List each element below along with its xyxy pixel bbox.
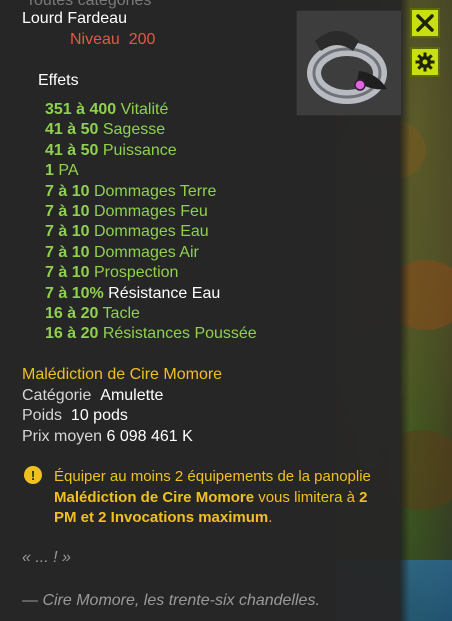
effects-heading: Effets (38, 72, 79, 89)
warning-set-name: Malédiction de Cire Momore (54, 488, 255, 506)
effect-range: 7 à 10 (45, 264, 90, 282)
effect-stat: Résistances Poussée (102, 325, 257, 343)
effect-range: 351 à 400 (45, 101, 117, 118)
effect-row: 16 à 20 Résistances Poussée (45, 324, 257, 344)
set-warning: Équiper au moins 2 équipements de la pan… (54, 467, 384, 529)
weight-value: 10 pods (70, 407, 128, 424)
item-level: Niveau 200 (70, 31, 155, 49)
item-image-frame (296, 10, 402, 116)
ring-icon (307, 31, 387, 104)
effect-stat: Sagesse (102, 121, 166, 139)
effect-range: 7 à 10% (45, 284, 104, 302)
price-row: Prix moyen 6 098 461 K (22, 428, 193, 446)
item-quote: « ... ! » (22, 549, 71, 566)
effect-row: 7 à 10 Dommages Eau (45, 222, 257, 242)
effect-row: 7 à 10% Résistance Eau (45, 284, 257, 304)
warning-text: Équiper au moins 2 équipements de la pan… (54, 468, 371, 485)
effect-row: 1 PA (45, 161, 257, 181)
weight-label: Poids (22, 407, 63, 424)
effect-range: 7 à 10 (45, 202, 90, 220)
level-value: 200 (128, 31, 156, 48)
effect-row: 41 à 50 Puissance (45, 141, 257, 161)
effect-row: 7 à 10 Dommages Feu (45, 202, 257, 222)
settings-button[interactable] (410, 47, 440, 77)
close-button[interactable] (410, 8, 440, 38)
warning-text: . (268, 509, 273, 526)
effect-stat: Dommages Eau (93, 223, 209, 241)
gear-icon (415, 52, 435, 72)
effect-stat: Dommages Terre (93, 182, 217, 200)
effect-stat: Tacle (102, 304, 140, 322)
set-name-link[interactable]: Malédiction de Cire Momore (22, 366, 222, 384)
weight-row: Poids 10 pods (22, 407, 128, 425)
effect-stat: Puissance (102, 141, 177, 159)
price-value: 6 098 461 K (106, 428, 193, 445)
effect-row: 7 à 10 Dommages Terre (45, 182, 257, 202)
item-name: Lourd Fardeau (22, 10, 127, 27)
effect-row: 351 à 400 Vitalité (45, 100, 257, 120)
effect-range: 7 à 10 (45, 182, 90, 200)
effect-stat: Prospection (93, 264, 179, 282)
category-label: Catégorie (22, 387, 92, 404)
effect-range: 41 à 50 (45, 141, 99, 159)
effect-row: 16 à 20 Tacle (45, 304, 257, 324)
category-row: Catégorie Amulette (22, 387, 163, 405)
effect-stat: Dommages Feu (93, 202, 208, 220)
warning-icon: ! (24, 466, 42, 484)
effect-range: 7 à 10 (45, 223, 90, 241)
effect-range: 16 à 20 (45, 325, 99, 343)
level-label: Niveau (70, 31, 120, 48)
warning-text: vous limitera à (254, 488, 360, 506)
effect-range: 1 (45, 162, 54, 180)
category-filter-ghost: Toutes catégories (26, 0, 152, 9)
effect-stat: Vitalité (120, 101, 169, 118)
effect-range: 41 à 50 (45, 121, 99, 139)
effect-stat: Dommages Air (93, 243, 199, 261)
effect-stat: PA (58, 162, 79, 180)
effect-row: 41 à 50 Sagesse (45, 120, 257, 140)
effect-stat: Résistance Eau (108, 284, 221, 302)
quote-author: — Cire Momore, les trente-six chandelles… (22, 592, 320, 609)
effect-row: 7 à 10 Prospection (45, 263, 257, 283)
price-label: Prix moyen (22, 428, 103, 445)
effects-list: 351 à 400 Vitalité 41 à 50 Sagesse 41 à … (45, 100, 257, 345)
category-value: Amulette (100, 387, 164, 404)
effect-range: 7 à 10 (45, 243, 90, 261)
effect-range: 16 à 20 (45, 304, 99, 322)
close-icon (416, 14, 434, 32)
effect-row: 7 à 10 Dommages Air (45, 243, 257, 263)
